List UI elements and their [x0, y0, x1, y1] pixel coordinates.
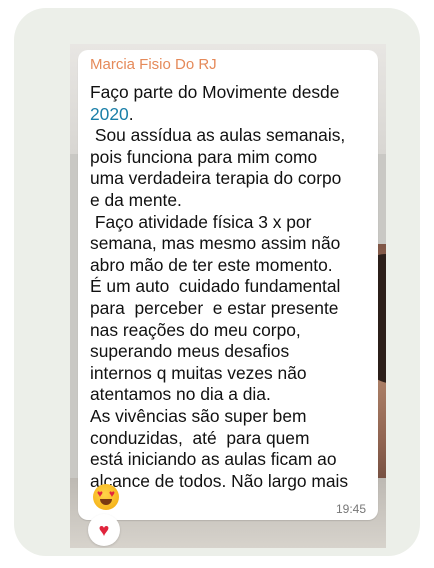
- heart-eye-right-icon: ♥: [109, 489, 115, 500]
- message-text-part-1: Faço parte do Movimente desde: [90, 82, 340, 102]
- heart-eye-left-icon: ♥: [97, 489, 103, 500]
- message-text: Faço parte do Movimente desde 2020. Sou …: [90, 82, 374, 492]
- chat-screenshot: Marcia Fisio Do RJ Faço parte do Movimen…: [70, 44, 386, 548]
- smiling-face-with-heart-eyes-icon: ♥ ♥: [93, 484, 119, 510]
- message-text-part-2: . Sou assídua as aulas semanais, pois fu…: [90, 103, 349, 491]
- sender-name[interactable]: Marcia Fisio Do RJ: [90, 56, 217, 73]
- emoji-mouth: [100, 499, 112, 505]
- red-heart-icon: ♥: [98, 520, 110, 540]
- message-link[interactable]: 2020: [90, 104, 129, 124]
- message-bubble[interactable]: Marcia Fisio Do RJ Faço parte do Movimen…: [78, 50, 378, 520]
- message-reaction[interactable]: ♥: [88, 514, 120, 546]
- screenshot-card: Marcia Fisio Do RJ Faço parte do Movimen…: [14, 8, 420, 556]
- message-timestamp: 19:45: [335, 502, 366, 516]
